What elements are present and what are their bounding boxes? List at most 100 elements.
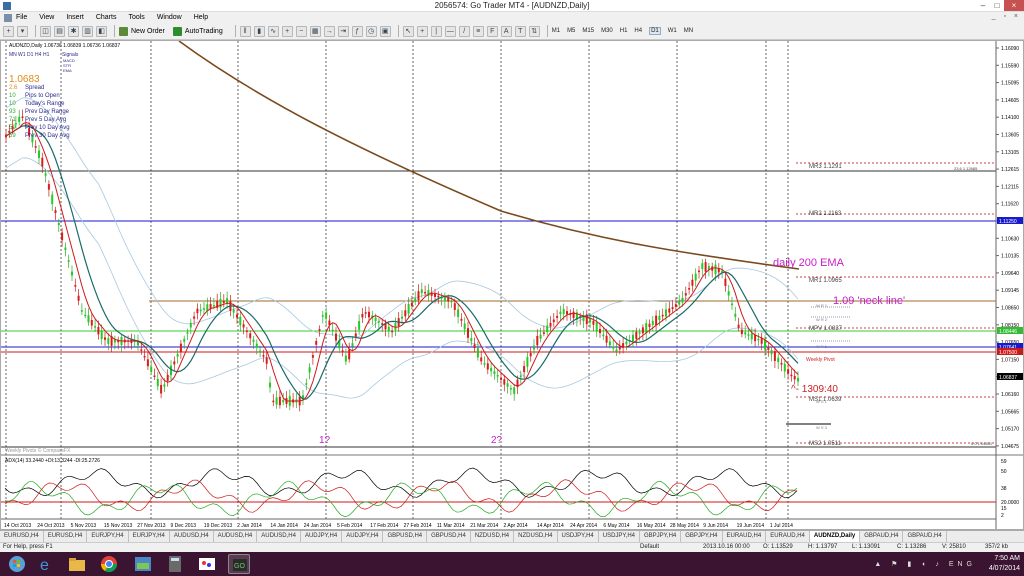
candle-body <box>777 357 780 363</box>
new-order-button[interactable]: New Order <box>119 26 165 36</box>
menu-help[interactable]: Help <box>194 14 208 21</box>
horizontal-line-icon[interactable]: — <box>444 25 456 37</box>
crosshair-icon[interactable]: + <box>416 25 428 37</box>
candle-body <box>661 314 664 317</box>
autoscroll-icon[interactable]: ⇥ <box>337 25 349 37</box>
chart-tab[interactable]: GBPAUD,H4 <box>903 531 947 542</box>
menu-file[interactable]: File <box>16 14 27 21</box>
chart-tab[interactable]: GBPUSD,H4 <box>427 531 471 542</box>
candle-body <box>618 346 621 350</box>
indicators-icon[interactable]: ƒ <box>351 25 363 37</box>
menu-window[interactable]: Window <box>157 14 182 21</box>
candle-body <box>665 309 667 317</box>
timeframe-h4[interactable]: H4 <box>634 28 642 34</box>
price-chart[interactable]: MN W1 D1 H4 H1 Signals MACD STR EMA 1.06… <box>1 40 1023 529</box>
label-tool-icon[interactable]: T <box>514 25 526 37</box>
candlestick-icon[interactable]: ▮ <box>253 25 265 37</box>
maximize-button[interactable]: □ <box>990 0 1004 11</box>
navigator-icon[interactable]: ✱ <box>68 25 79 37</box>
chart-tab[interactable]: AUDJPY,H4 <box>301 531 343 542</box>
adx-tick-label: 2 <box>1001 513 1004 519</box>
cursor-icon[interactable]: ↖ <box>402 25 414 37</box>
chart-tab[interactable]: EURAUD,H4 <box>723 531 767 542</box>
price-tick-label: 1.09145 <box>1001 288 1019 294</box>
chart-tab[interactable]: USDJPY,H4 <box>558 531 599 542</box>
profiles-icon[interactable]: ▾ <box>17 25 28 37</box>
clock[interactable]: 7:50 AM 4/07/2014 <box>989 554 1020 574</box>
language-indicator[interactable]: ENG <box>949 561 976 568</box>
zoom-in-icon[interactable]: + <box>281 25 293 37</box>
candle-body <box>714 264 717 275</box>
arrows-icon[interactable]: ⇅ <box>528 25 540 37</box>
chart-tab[interactable]: GBPJPY,H4 <box>640 531 682 542</box>
timeframe-d1[interactable]: D1 <box>649 27 661 35</box>
timeframe-mn[interactable]: MN <box>684 28 693 34</box>
timeframe-m5[interactable]: M5 <box>567 28 575 34</box>
periods-icon[interactable]: ◷ <box>365 25 377 37</box>
file-explorer-icon[interactable] <box>66 554 88 574</box>
chart-tab[interactable]: EURJPY,H4 <box>129 531 170 542</box>
chart-tab[interactable]: GBPUSD,H4 <box>383 531 428 542</box>
minimize-button[interactable]: – <box>976 0 990 11</box>
menu-insert[interactable]: Insert <box>66 14 84 21</box>
menu-view[interactable]: View <box>39 14 54 21</box>
chart-tab[interactable]: USDJPY,H4 <box>599 531 640 542</box>
chart-shift-icon[interactable]: → <box>323 25 335 37</box>
tester-icon[interactable]: ◧ <box>96 25 107 37</box>
chart-tab[interactable]: NZDUSD,H4 <box>471 531 515 542</box>
chart-window[interactable]: MN W1 D1 H4 H1 Signals MACD STR EMA 1.06… <box>0 40 1024 530</box>
chart-tab[interactable]: GBPAUD,H4 <box>860 531 904 542</box>
child-window-controls[interactable]: _ ▫ × <box>992 13 1021 20</box>
start-button[interactable] <box>3 554 33 574</box>
templates-icon[interactable]: ▣ <box>379 25 391 37</box>
panel-row-label: Pips to Open <box>25 93 60 99</box>
bar-chart-icon[interactable]: ǁ <box>239 25 251 37</box>
candle-body <box>170 365 172 376</box>
chart-tab[interactable]: EURUSD,H4 <box>44 531 88 542</box>
zoom-out-icon[interactable]: − <box>295 25 307 37</box>
chart-tab[interactable]: AUDJPY,H4 <box>342 531 384 542</box>
chart-tab[interactable]: EURUSD,H4 <box>0 531 44 542</box>
timeframe-w1[interactable]: W1 <box>668 28 677 34</box>
timeframe-m15[interactable]: M15 <box>582 28 594 34</box>
menu-charts[interactable]: Charts <box>96 14 117 21</box>
terminal-icon[interactable]: ▥ <box>82 25 93 37</box>
chart-tab[interactable]: AUDNZD,Daily <box>809 531 861 542</box>
menu-tools[interactable]: Tools <box>128 14 144 21</box>
calculator-icon[interactable] <box>164 554 186 574</box>
panel-row-num: 59 <box>9 133 16 139</box>
close-button[interactable]: × <box>1004 0 1024 11</box>
date-tick-label: 9 Jun 2014 <box>703 523 728 529</box>
autotrading-icon <box>172 26 182 36</box>
ie-icon[interactable]: e <box>36 554 58 574</box>
market-watch-icon[interactable]: ◫ <box>40 25 51 37</box>
photos-icon[interactable] <box>132 554 154 574</box>
chart-tab[interactable]: EURJPY,H4 <box>87 531 129 542</box>
data-window-icon[interactable]: ▤ <box>54 25 65 37</box>
chart-tab[interactable]: EURAUD,H4 <box>766 531 810 542</box>
timeframe-m30[interactable]: M30 <box>601 28 613 34</box>
price-tick-label: 1.16090 <box>1001 46 1019 52</box>
mt4-taskbar-button[interactable]: GO <box>228 554 250 574</box>
candle-body <box>674 304 677 307</box>
chart-tab[interactable]: NZDUSD,H4 <box>514 531 558 542</box>
autotrading-button[interactable]: AutoTrading <box>172 26 223 36</box>
tile-windows-icon[interactable]: ▦ <box>309 25 321 37</box>
timeframe-h1[interactable]: H1 <box>620 28 628 34</box>
timeframe-m1[interactable]: M1 <box>552 28 560 34</box>
chart-tab[interactable]: GBPJPY,H4 <box>681 531 723 542</box>
vertical-line-icon[interactable]: | <box>430 25 442 37</box>
channel-icon[interactable]: ≡ <box>472 25 484 37</box>
chrome-icon[interactable] <box>98 554 120 574</box>
text-tool-icon[interactable]: A <box>500 25 512 37</box>
tray-icons[interactable]: ▲ ⚑ ▮ ◖ ♪ ENG <box>874 560 976 568</box>
chart-tab[interactable]: AUDUSD,H4 <box>257 531 301 542</box>
chart-tab[interactable]: AUDUSD,H4 <box>170 531 214 542</box>
candle-body <box>222 300 225 304</box>
chart-tab[interactable]: AUDUSD,H4 <box>214 531 258 542</box>
paint-icon[interactable] <box>196 554 218 574</box>
new-chart-icon[interactable]: + <box>3 25 14 37</box>
trendline-icon[interactable]: / <box>458 25 470 37</box>
fibonacci-icon[interactable]: F <box>486 25 498 37</box>
line-chart-icon[interactable]: ∿ <box>267 25 279 37</box>
